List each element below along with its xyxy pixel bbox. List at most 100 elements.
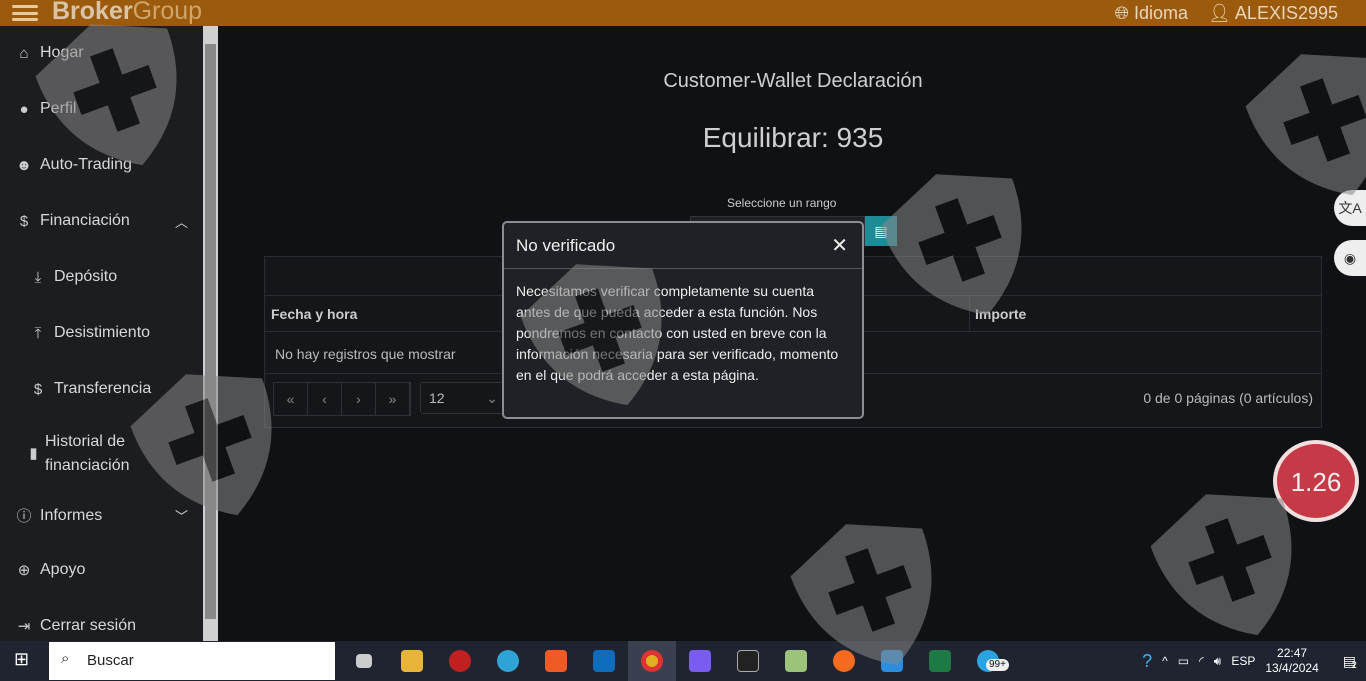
first-page-button[interactable]: « [274,383,308,415]
column-header[interactable]: Fecha y hora [271,306,357,322]
task-view-icon[interactable] [340,641,388,681]
terminal-icon[interactable] [724,641,772,681]
search-placeholder: Buscar [87,652,134,669]
app-purple-icon[interactable] [676,641,724,681]
notif-count: 2 [1351,659,1357,670]
windows-start-icon[interactable]: ⊞ [14,649,29,670]
excel-icon[interactable] [916,641,964,681]
username: ALEXIS2995 [1234,3,1338,23]
sidebar-item-financiacion[interactable]: $ Financiación ︿ [14,212,194,230]
balance: Equilibrar: 935 [702,122,884,153]
sidebar-item-perfil[interactable]: ● Perfil [14,100,194,118]
sidebar-item-auto-trading[interactable]: ☻ Auto-Trading [14,156,194,174]
wifi-icon[interactable]: ◜ [1199,654,1204,668]
outlook-icon[interactable] [580,641,628,681]
chevron-down-icon: ⌄ [486,390,498,406]
label: Desistimiento [54,324,151,341]
last-page-button[interactable]: » [376,383,410,415]
next-page-button[interactable]: › [342,383,376,415]
download-icon: ⤓ [34,268,42,286]
taskbar: ⊞ ⌕ Buscar 99+ ? ^ ▭ ◜ 🔊︎ ESP 22:47 13/4/2… [0,641,1366,681]
label: Apoyo [40,561,86,578]
taskbar-search[interactable]: ⌕ Buscar [49,642,335,680]
modal-title: No verificado [504,223,862,269]
system-tray: ? ^ ▭ ◜ 🔊︎ ESP 22:47 13/4/2024 ▤ 2 [1142,641,1366,681]
widget-value: 1.26 [1290,467,1342,497]
language-label: Idioma [1134,3,1189,23]
sidebar-item-informes[interactable]: ⓘ Informes ﹀ [14,505,194,526]
chevron-up-icon[interactable]: ^ [1162,654,1168,668]
telegram-icon[interactable]: 99+ [964,641,1012,681]
badge: 99+ [986,659,1009,671]
brand-part: Group [132,0,203,25]
page-size-select[interactable]: 12 ⌄ [420,382,505,414]
taskbar-apps: 99+ [340,641,1012,681]
top-bar: BrokerGroup 🌐︎ Idioma 👤︎ ALEXIS2995 [0,0,1366,26]
brave-icon[interactable] [532,641,580,681]
empty-message: No hay registros que mostrar [275,346,456,362]
user-menu[interactable]: 👤︎ ALEXIS2995 [1208,3,1338,24]
sidebar-item-deposito[interactable]: ⤓ Depósito [28,268,208,286]
robot-face-icon: ◉ [1343,250,1357,266]
menu-icon[interactable] [12,5,38,21]
sidebar-scrollbar[interactable] [203,26,218,641]
page-size-value: 12 [429,390,445,406]
sidebar-item-historial[interactable]: ▮ Historial de financiación [28,430,138,478]
notifications-icon[interactable]: ▤ 2 [1343,653,1357,670]
calendar-button[interactable]: ▤ [865,216,897,246]
pager: « ‹ › » [273,382,411,416]
file-icon: ▮ [29,445,38,462]
date: 13/4/2024 [1265,661,1319,675]
clock[interactable]: 22:47 13/4/2024 [1265,646,1318,676]
label: Perfil [40,100,77,117]
assistant-button[interactable]: ◉ [1334,240,1366,276]
page-info: 0 de 0 páginas (0 artículos) [1143,390,1313,406]
modal-body: Necesitamos verificar completamente su c… [516,283,839,383]
globe-icon: 🌐︎ [1114,3,1135,23]
logout-icon: ⇥ [17,618,31,635]
user-icon: 👤︎ [1208,3,1235,23]
chevron-down-icon: ﹀ [174,509,188,524]
brand-part: Broker [52,0,133,25]
speed-widget[interactable]: 1.26 [1273,440,1359,522]
vscode-icon[interactable] [868,641,916,681]
dollar-cycle-icon: $ [19,212,29,230]
column-divider [969,296,970,331]
range-label: Seleccione un rango [727,196,837,210]
brand-logo[interactable]: BrokerGroup [52,0,202,26]
edge-icon[interactable] [484,641,532,681]
translate-button[interactable]: 文A [1334,190,1366,226]
prev-page-button[interactable]: ‹ [308,383,342,415]
battery-icon[interactable]: ▭ [1178,654,1189,668]
volume-icon[interactable]: 🔊︎ [1214,654,1222,669]
language-button[interactable]: 🌐︎ Idioma [1115,3,1188,24]
calendar-icon: ▤ [874,223,888,239]
help-icon[interactable]: ? [1142,651,1152,672]
file-explorer-icon[interactable] [388,641,436,681]
home-icon: ⌂ [19,44,29,62]
label: Cerrar sesión [40,617,137,634]
chrome-icon[interactable] [628,641,676,681]
sidebar-item-desistimiento[interactable]: ⤒ Desistimiento [28,324,208,342]
close-icon[interactable]: ✕ [831,233,848,258]
upload-icon: ⤒ [34,324,42,342]
sidebar-item-transferencia[interactable]: $ Transferencia [28,380,208,398]
search-icon: ⌕ [61,650,70,667]
label: Transferencia [54,380,152,397]
label: Depósito [54,268,118,285]
time: 22:47 [1277,646,1308,660]
label: Historial de financiación [45,433,130,474]
language-indicator[interactable]: ESP [1231,654,1255,668]
column-header[interactable]: Importe [975,306,1026,322]
translate-icon: 文A [1338,200,1362,216]
sidebar-item-hogar[interactable]: ⌂ Hogar [14,44,194,62]
label: Informes [40,506,103,524]
app-red-icon[interactable] [436,641,484,681]
sidebar-item-apoyo[interactable]: ⊕ Apoyo [14,561,194,579]
info-icon: ⓘ [16,508,32,525]
transfer-icon: $ [33,380,43,398]
firefox-icon[interactable] [820,641,868,681]
notepad-icon[interactable] [772,641,820,681]
chevron-up-icon: ︿ [174,214,188,230]
sidebar-item-logout[interactable]: ⇥ Cerrar sesión [14,617,194,635]
